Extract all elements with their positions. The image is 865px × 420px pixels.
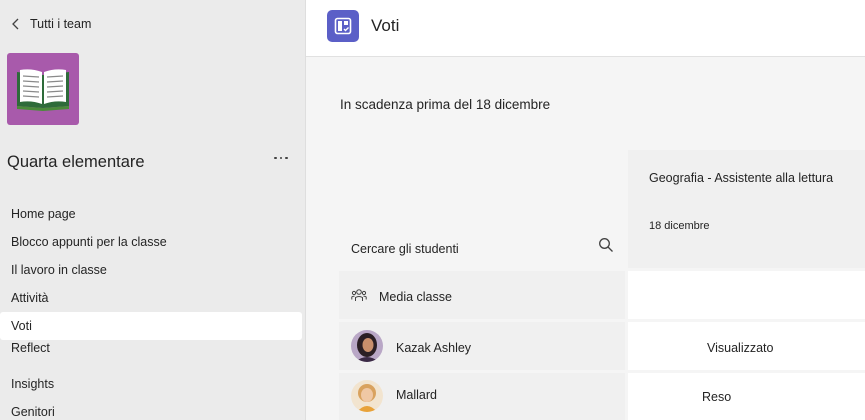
status-text: Reso [702,390,732,404]
avatar [351,380,383,412]
table-row: Kazak Ashley Visualizzato [339,322,865,370]
nav-item-classwork[interactable]: Il lavoro in classe [0,256,306,284]
grade-cell[interactable]: Visualizzato [628,322,865,370]
team-name: Quarta elementare [7,153,145,171]
assignment-date: 18 dicembre [649,220,710,232]
sidebar: Tutti i team Quarta elementare Home page… [0,0,306,420]
student-name: Mallard [396,388,437,402]
page-title: Voti [371,16,400,35]
table-row: Mallard Reso [339,373,865,420]
nav-item-grades[interactable]: Voti [0,312,302,340]
nav-item-parents[interactable]: Genitori [0,398,306,420]
grades-icon [327,10,359,42]
book-icon [17,69,69,111]
back-to-all-teams[interactable]: Tutti i team [8,16,91,32]
avatar [351,330,383,362]
search-icon[interactable] [598,237,614,253]
more-dot [274,156,277,160]
student-cell[interactable]: Mallard [339,373,625,420]
team-avatar [7,53,79,125]
class-average-row: Media classe [339,271,865,319]
assignment-title: Geografia - Assistente alla lettura [649,171,834,185]
assignment-column-header[interactable]: Geografia - Assistente alla lettura 18 d… [628,150,865,268]
more-dot [285,156,288,160]
grade-cell[interactable]: Reso [628,373,865,420]
due-heading: In scadenza prima del 18 dicembre [340,97,551,112]
search-students-label: Cercare gli studenti [351,242,459,256]
nav-item-home[interactable]: Home page [0,200,306,228]
status-text: Visualizzato [707,341,774,355]
app-header: Voti [306,0,865,57]
more-options-button[interactable] [271,148,291,168]
student-name: Kazak Ashley [396,341,472,355]
class-average-cell: Media classe [339,271,625,319]
people-icon [351,289,367,301]
student-cell[interactable]: Kazak Ashley [339,322,625,370]
nav-item-insights[interactable]: Insights [0,370,306,398]
team-nav: Home page Blocco appunti per la classe I… [0,200,306,420]
nav-item-reflect[interactable]: Reflect [0,340,306,362]
class-average-label: Media classe [379,290,452,304]
chevron-left-icon [12,18,19,30]
main-content: Voti In scadenza prima del 18 dicembre C… [306,0,865,420]
nav-item-assignments[interactable]: Attività [0,284,306,312]
class-average-grade-cell [628,271,865,319]
more-dot [279,156,283,160]
nav-item-class-notebook[interactable]: Blocco appunti per la classe [0,228,306,256]
back-label: Tutti i team [30,17,92,31]
